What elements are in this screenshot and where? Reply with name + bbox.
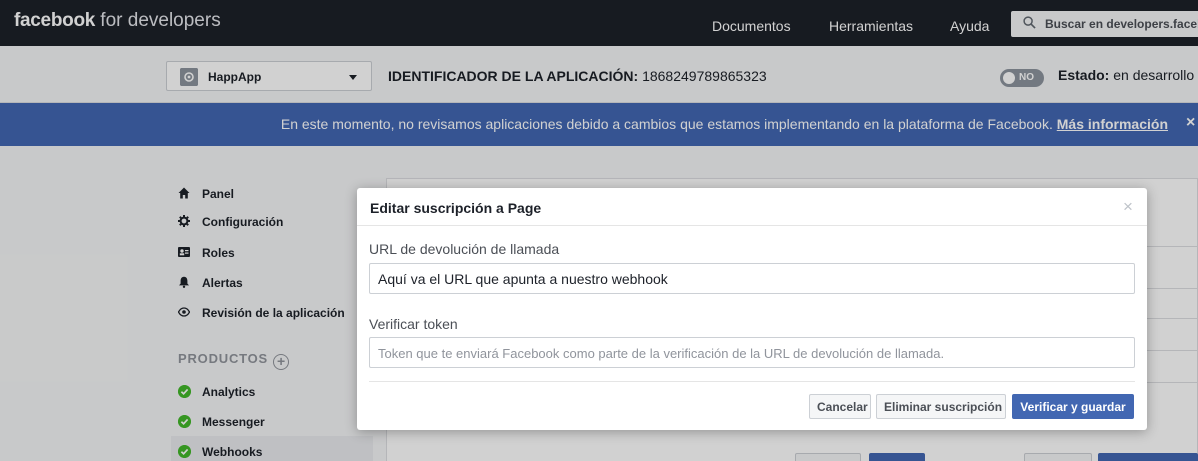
close-icon[interactable]: × bbox=[1123, 197, 1133, 217]
edit-subscription-dialog: Editar suscripción a Page × URL de devol… bbox=[357, 188, 1147, 430]
dialog-header: Editar suscripción a Page × bbox=[357, 188, 1147, 226]
verify-and-save-button[interactable]: Verificar y guardar bbox=[1012, 394, 1134, 419]
callback-url-label: URL de devolución de llamada bbox=[369, 241, 560, 257]
cancel-button[interactable]: Cancelar bbox=[809, 394, 871, 419]
verify-token-input[interactable] bbox=[369, 337, 1135, 368]
dialog-title: Editar suscripción a Page bbox=[370, 200, 542, 216]
dialog-footer-divider bbox=[369, 381, 1135, 382]
delete-subscription-button[interactable]: Eliminar suscripción bbox=[876, 394, 1006, 419]
verify-token-label: Verificar token bbox=[369, 316, 458, 332]
callback-url-input[interactable] bbox=[369, 263, 1135, 294]
